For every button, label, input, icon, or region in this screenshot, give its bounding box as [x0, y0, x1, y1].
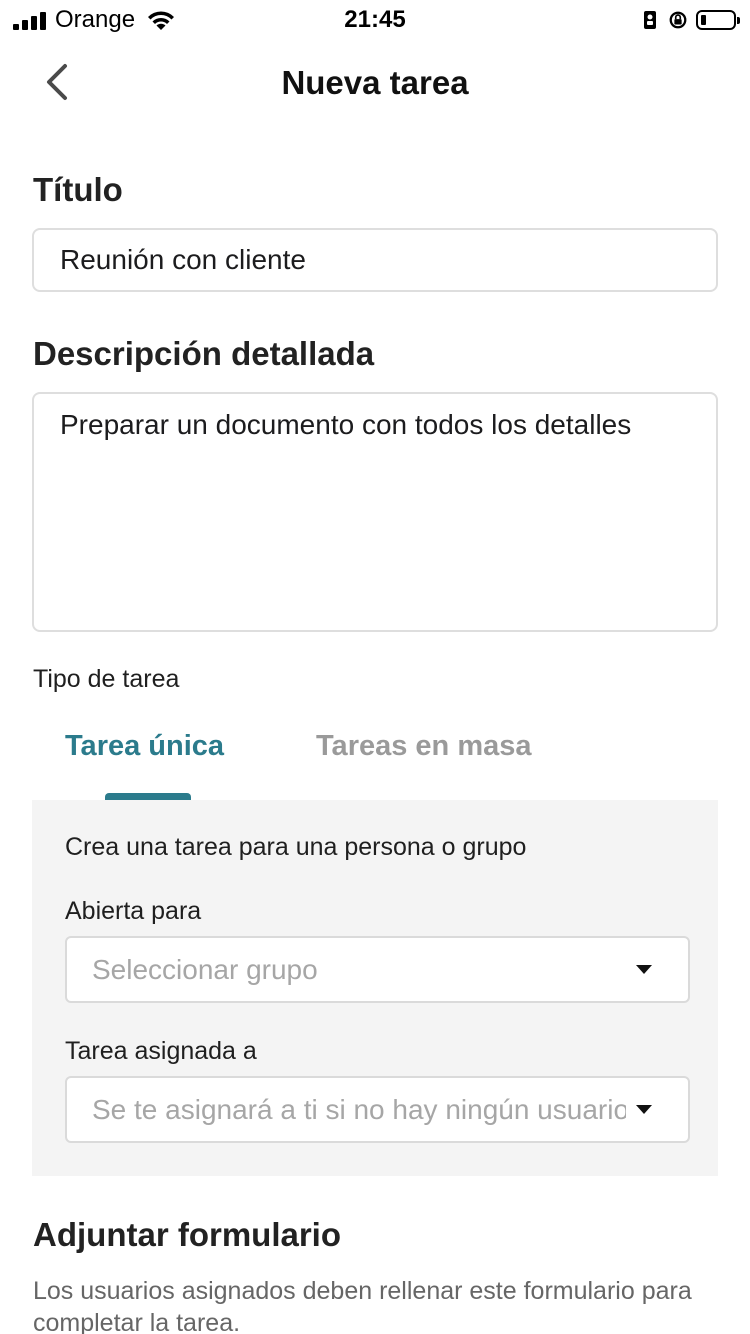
- description-value: Preparar un documento con todos los deta…: [60, 409, 632, 440]
- open-for-select[interactable]: Seleccionar grupo: [65, 936, 690, 1003]
- task-type-label: Tipo de tarea: [33, 665, 180, 693]
- title-input-value: Reunión con cliente: [60, 244, 306, 275]
- dropdown-caret-icon: [636, 1105, 652, 1114]
- rotation-lock-icon: [669, 11, 687, 29]
- attach-form-description: Los usuarios asignados deben rellenar es…: [33, 1277, 692, 1334]
- status-bar: Orange 21:45: [0, 0, 750, 40]
- new-task-screen: Orange 21:45 Nueva tarea Título Reunión …: [0, 0, 750, 1334]
- title-input[interactable]: Reunión con cliente: [32, 228, 718, 292]
- assigned-to-select[interactable]: Se te asignará a ti si no hay ningún usu…: [65, 1076, 690, 1143]
- battery-icon: [696, 10, 740, 30]
- active-tab-indicator: [105, 793, 191, 800]
- panel-hint: Crea una tarea para una persona o grupo: [65, 833, 527, 861]
- tab-bulk-tasks[interactable]: Tareas en masa: [316, 730, 532, 763]
- tab-single-task[interactable]: Tarea única: [65, 730, 224, 763]
- page-title: Nueva tarea: [281, 64, 469, 101]
- assigned-to-label: Tarea asignada a: [65, 1037, 257, 1065]
- dropdown-caret-icon: [636, 965, 652, 974]
- status-time: 21:45: [344, 6, 406, 33]
- assigned-to-placeholder: Se te asignará a ti si no hay ningún usu…: [92, 1094, 626, 1125]
- title-label: Título: [33, 171, 123, 208]
- open-for-label: Abierta para: [65, 897, 202, 925]
- open-for-placeholder: Seleccionar grupo: [92, 954, 318, 985]
- status-right: [640, 8, 740, 32]
- attach-form-title: Adjuntar formulario: [33, 1216, 342, 1253]
- portrait-lock-icon: [644, 11, 656, 29]
- description-label: Descripción detallada: [33, 335, 375, 372]
- description-textarea[interactable]: Preparar un documento con todos los deta…: [32, 392, 718, 632]
